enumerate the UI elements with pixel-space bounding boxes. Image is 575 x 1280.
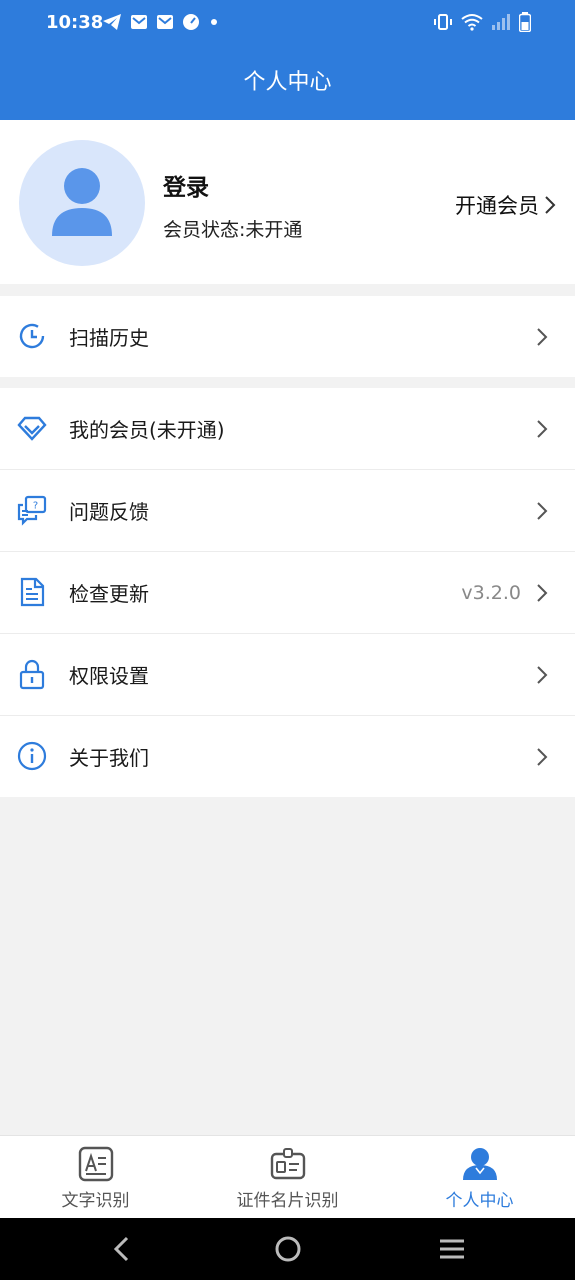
vibrate-icon — [434, 14, 452, 30]
feedback-icon: ? — [17, 495, 47, 526]
chevron-right-icon — [545, 196, 556, 214]
bottom-tab-bar: 文字识别 证件名片识别 个人中心 — [0, 1135, 575, 1219]
recents-icon[interactable] — [438, 1234, 466, 1264]
menu-item-label: 问题反馈 — [69, 500, 149, 524]
dot-icon — [211, 19, 217, 25]
mail-icon — [157, 15, 173, 29]
chevron-right-icon — [537, 666, 548, 684]
menu-item-feedback[interactable]: ? 问题反馈 — [0, 470, 575, 552]
lock-icon — [19, 659, 45, 690]
login-label[interactable]: 登录 — [163, 168, 209, 202]
chevron-right-icon — [537, 420, 548, 438]
home-icon[interactable] — [274, 1234, 302, 1264]
tab-text-recognition[interactable]: 文字识别 — [0, 1136, 191, 1219]
person-icon — [462, 1148, 497, 1180]
menu-item-scan-history[interactable]: 扫描历史 — [0, 296, 575, 377]
system-navigation-bar — [0, 1218, 575, 1280]
tab-label: 文字识别 — [61, 1191, 130, 1211]
text-recognition-icon — [78, 1146, 113, 1182]
menu-item-label: 关于我们 — [69, 746, 149, 770]
chevron-right-icon — [537, 502, 548, 520]
mail-icon — [131, 15, 147, 29]
user-avatar-icon — [52, 168, 112, 236]
info-icon — [17, 741, 47, 771]
menu-item-about-us[interactable]: 关于我们 — [0, 716, 575, 797]
menu-group-main: 我的会员(未开通) ? 问题反馈 检查更新 v3.2.0 权限设置 关于我们 — [0, 388, 575, 797]
menu-item-check-update[interactable]: 检查更新 v3.2.0 — [0, 552, 575, 634]
menu-group-history: 扫描历史 — [0, 296, 575, 377]
document-icon — [20, 577, 45, 607]
menu-item-permission-settings[interactable]: 权限设置 — [0, 634, 575, 716]
menu-item-label: 权限设置 — [69, 664, 149, 688]
avatar[interactable] — [19, 140, 145, 266]
tab-personal-center[interactable]: 个人中心 — [384, 1136, 575, 1219]
status-bar: 10:38 — [0, 0, 575, 48]
version-value: v3.2.0 — [461, 581, 521, 604]
open-member-button[interactable]: 开通会员 — [455, 190, 557, 220]
menu-item-label: 我的会员(未开通) — [69, 418, 225, 442]
battery-icon — [519, 12, 531, 32]
tab-label: 证件名片识别 — [236, 1191, 339, 1211]
menu-item-label: 检查更新 — [69, 582, 149, 606]
telegram-icon — [103, 14, 121, 30]
speedometer-icon — [183, 14, 199, 30]
back-icon[interactable] — [110, 1234, 134, 1264]
tab-label: 个人中心 — [445, 1191, 514, 1211]
app-header: 10:38 个人中心 — [0, 0, 575, 120]
chevron-right-icon — [537, 328, 548, 346]
member-status-text: 会员状态:未开通 — [163, 219, 303, 241]
svg-text:?: ? — [33, 501, 38, 512]
status-time: 10:38 — [46, 12, 104, 33]
page-title: 个人中心 — [243, 70, 332, 95]
menu-item-label: 扫描历史 — [69, 326, 149, 350]
diamond-icon — [17, 416, 47, 441]
id-card-icon — [270, 1148, 305, 1180]
signal-icon — [492, 14, 510, 30]
open-member-label: 开通会员 — [455, 194, 539, 218]
tab-id-card-recognition[interactable]: 证件名片识别 — [192, 1136, 383, 1219]
profile-card[interactable]: 登录 会员状态:未开通 开通会员 — [0, 120, 575, 284]
history-clock-icon — [19, 323, 45, 349]
menu-item-my-membership[interactable]: 我的会员(未开通) — [0, 388, 575, 470]
chevron-right-icon — [537, 748, 548, 766]
chevron-right-icon — [537, 584, 548, 602]
wifi-icon — [461, 14, 483, 31]
